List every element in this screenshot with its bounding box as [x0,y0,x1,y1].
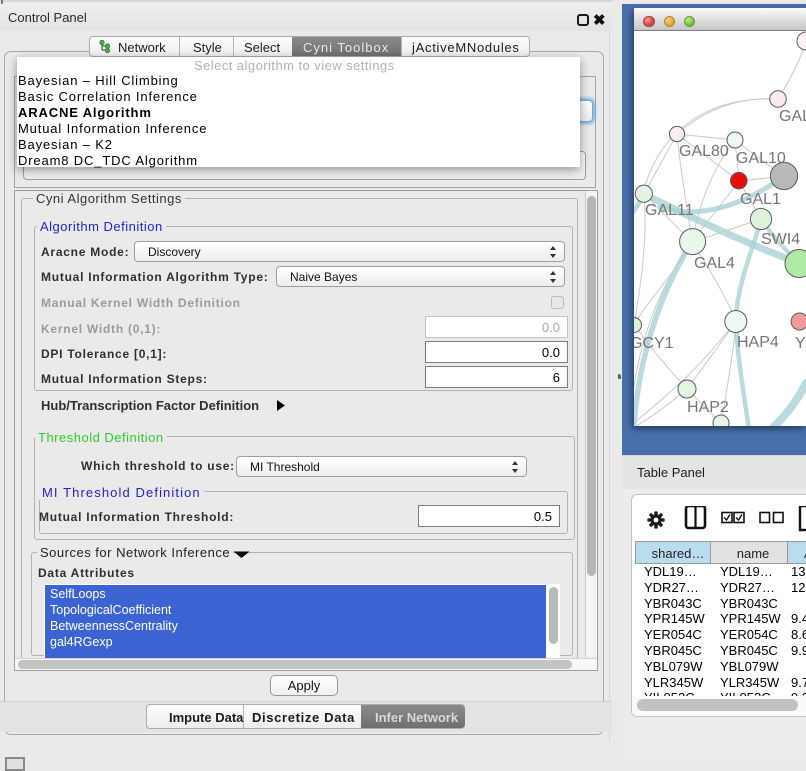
svg-text:GAL80: GAL80 [679,143,729,160]
svg-text:GAL10: GAL10 [736,150,786,167]
svg-text:HAP2: HAP2 [687,399,729,416]
svg-text:GAL11: GAL11 [645,202,694,219]
svg-text:GAL1: GAL1 [740,191,781,208]
svg-text:GAL4: GAL4 [694,255,735,272]
svg-text:YJ: YJ [795,335,806,352]
svg-text:GCY1: GCY1 [634,335,674,352]
svg-text:HAP4: HAP4 [737,334,779,351]
svg-text:SWI4: SWI4 [761,231,800,248]
svg-text:GAL7: GAL7 [779,108,806,125]
